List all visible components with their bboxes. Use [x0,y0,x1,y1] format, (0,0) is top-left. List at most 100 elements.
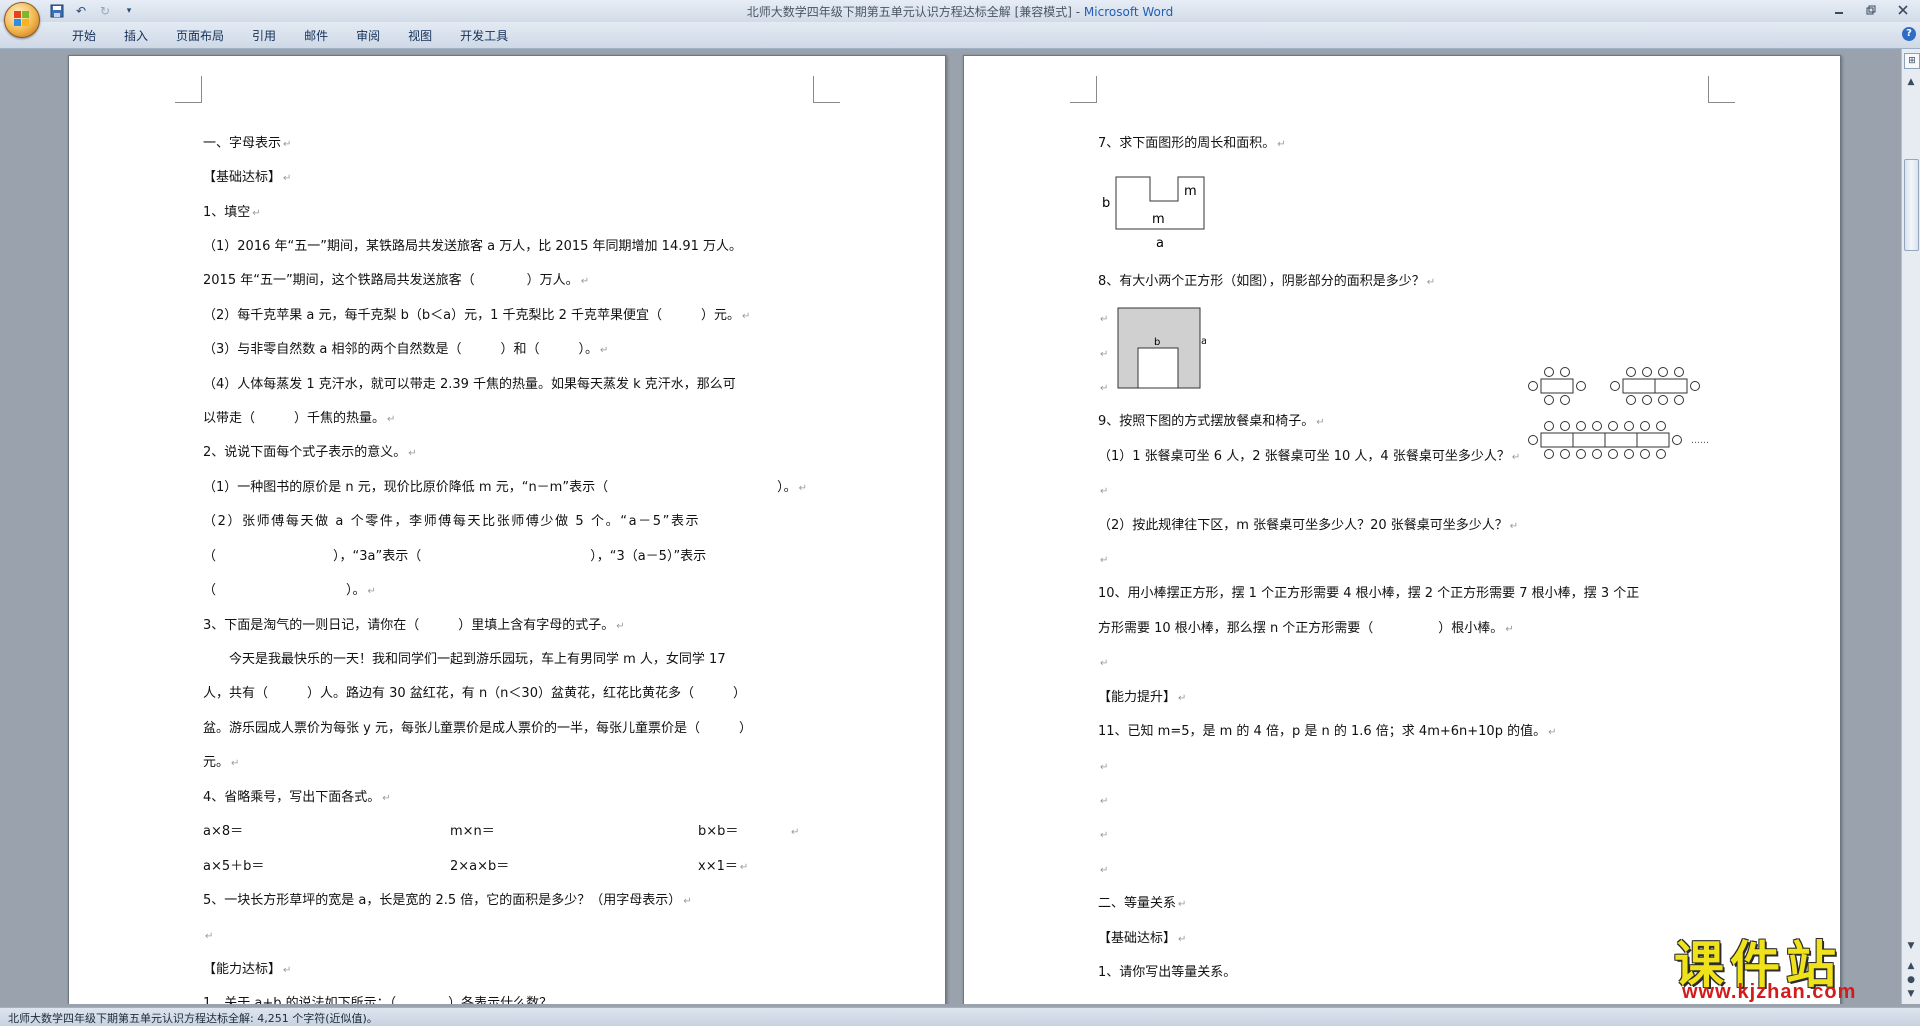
question-heading: 2、说说下面每个式子表示的意义。 ↵ [203,445,417,460]
subsection-heading: 【基础达标】 ↵ [203,170,292,185]
expression: m×n＝ [450,824,495,839]
question-heading: 11、已知 m=5，是 m 的 4 倍，p 是 n 的 1.6 倍；求 4m+6… [1098,724,1557,739]
document-page-right[interactable]: 7、求下面图形的周长和面积。 ↵ b m m a 8、有大小两个正方形（如图），阴… [963,55,1841,1004]
empty-paragraph: ↵ [1100,830,1109,841]
crop-mark [175,76,202,103]
tab-developer[interactable]: 开发工具 [446,27,522,45]
expression: b×b＝ [698,824,739,839]
question-heading: 7、求下面图形的周长和面积。 ↵ [1098,136,1286,151]
figure-label-b: b [1102,196,1110,211]
tab-mailings[interactable]: 邮件 [290,27,342,45]
window-title: 北师大数学四年级下期第五单元认识方程达标全解 [兼容模式] - Microsof… [0,3,1920,20]
expression: a×5＋b＝ [203,859,265,874]
paragraph: （ ），“3a”表示（ ），“3（a－5）”表示 [203,549,707,564]
empty-paragraph: ↵ [1100,865,1109,876]
minimize-icon[interactable] [1828,1,1850,19]
paragraph: （4）人体每蒸发 1 克汗水，就可以带走 2.39 千焦的热量。如果每天蒸发 k… [203,377,736,392]
expression: a×8＝ [203,824,244,839]
window-controls [1828,1,1914,19]
paragraph: （2）每千克苹果 a 元，每千克梨 b（b＜a）元，1 千克梨比 2 千克苹果便… [203,308,751,323]
watermark-logo: 课件站 www.kjzhan.com [1660,925,1900,1005]
scroll-thumb[interactable] [1904,159,1919,251]
empty-paragraph: ↵ [205,931,214,942]
paragraph: 1、关于 a+b 的说法如下所示：（ ）各表示什么数？ [203,996,553,1004]
expression: x×1＝ ↵ [698,859,749,874]
paragraph: 元。 ↵ [203,755,240,770]
figure-label-m-inner: m [1152,212,1165,227]
document-name: 北师大数学四年级下期第五单元认识方程达标全解 [兼容模式] - [746,5,1084,19]
two-table-arrangement [1610,367,1700,405]
tab-page-layout[interactable]: 页面布局 [162,27,238,45]
empty-paragraph: ↵ [1100,555,1109,566]
next-page-icon[interactable]: ▼ [1904,987,1918,1001]
one-table-arrangement [1528,367,1586,405]
status-text: 北师大数学四年级下期第五单元认识方程达标全解: 4,251 个字符(近似值)。 [8,1012,378,1025]
question-heading: 3、下面是淘气的一则日记，请你在（ ）里填上含有字母的式子。 ↵ [203,618,625,633]
expression: 2×a×b＝ [450,859,510,874]
paragraph: 以带走（ ）千焦的热量。 ↵ [203,411,396,426]
figure-tables-chairs: …… [1528,367,1709,459]
crop-mark [1070,76,1097,103]
paragraph: 2015 年“五一”期间，这个铁路局共发送旅客（ ）万人。 ↵ [203,273,590,288]
question-heading: 8、有大小两个正方形（如图），阴影部分的面积是多少？ ↵ [1098,274,1436,289]
title-bar: ↶ ↻ ▾ 北师大数学四年级下期第五单元认识方程达标全解 [兼容模式] - Mi… [0,0,1920,23]
tab-insert[interactable]: 插入 [110,27,162,45]
restore-icon[interactable] [1860,1,1882,19]
subsection-heading: 【能力达标】 ↵ [203,962,292,977]
figure-perimeter-shape: b m m a [1102,176,1205,251]
document-workspace: 一、字母表示 ↵ 【基础达标】 ↵ 1、填空 ↵ （1）2016 年“五一”期间，某铁… [0,49,1902,1004]
status-bar: 北师大数学四年级下期第五单元认识方程达标全解: 4,251 个字符(近似值)。 [0,1007,1920,1026]
paragraph: （1）一种图书的原价是 n 元，现价比原价降低 m 元，“n－m”表示（ ）。 ↵ [203,480,807,495]
paragraph: （1）1 张餐桌可坐 6 人，2 张餐桌可坐 10 人，4 张餐桌可坐多少人？ ↵ [1098,449,1521,464]
crop-mark [1708,76,1735,103]
help-icon[interactable]: ? [1902,27,1916,41]
scroll-down-icon[interactable]: ▼ [1904,939,1918,953]
empty-paragraph: ↵ [1100,486,1109,497]
tab-references[interactable]: 引用 [238,27,290,45]
paragraph: （3）与非零自然数 a 相邻的两个自然数是（ ）和（ ）。 ↵ [203,342,609,357]
document-page-left[interactable]: 一、字母表示 ↵ 【基础达标】 ↵ 1、填空 ↵ （1）2016 年“五一”期间，某铁… [68,55,946,1004]
question-heading: 1、填空 ↵ [203,205,261,220]
office-logo-icon [14,11,30,27]
figure-label-a: a [1201,336,1206,347]
paragraph: （ ）。 ↵ [203,583,376,598]
ribbon: 开始 插入 页面布局 引用 邮件 审阅 视图 开发工具 ? [0,22,1920,49]
previous-page-icon[interactable]: ▲ [1904,959,1918,973]
vertical-scrollbar[interactable]: ⊞ ▲ ▼ ▲ ● ▼ [1901,49,1920,1004]
office-button[interactable] [4,2,40,38]
subsection-heading: 【能力提升】 ↵ [1098,690,1187,705]
question-heading: 4、省略乘号，写出下面各式。 ↵ [203,790,391,805]
figure-label-b: b [1154,337,1160,348]
empty-paragraph: ↵ [1100,796,1109,807]
paragraph: 今天是我最快乐的一天！我和同学们一起到游乐园玩，车上有男同学 m 人，女同学 1… [203,652,726,667]
empty-paragraph: ↵ [1100,658,1109,669]
paragraph: 方形需要 10 根小棒，那么摆 n 个正方形需要（ ）根小棒。 ↵ [1098,621,1514,636]
question-heading: 10、用小棒摆正方形，摆 1 个正方形需要 4 根小棒，摆 2 个正方形需要 7… [1098,586,1640,601]
empty-paragraph: ↵ [1100,383,1109,394]
small-square [1137,347,1179,389]
close-icon[interactable] [1892,1,1914,19]
empty-paragraph: ↵ [1100,762,1109,773]
empty-paragraph: ↵ [1100,314,1109,325]
tab-review[interactable]: 审阅 [342,27,394,45]
figure-ellipsis: …… [1691,436,1709,446]
select-browse-object-icon[interactable]: ● [1904,973,1918,987]
watermark-url: www.kjzhan.com [1682,981,1857,1003]
figure-squares: b a [1117,307,1206,389]
four-table-arrangement [1528,421,1682,459]
scroll-up-icon[interactable]: ▲ [1904,75,1918,89]
view-ruler-icon[interactable]: ⊞ [1904,53,1920,69]
paragraph: （2）张师傅每天做 a 个零件，李师傅每天比张师傅少做 5 个。“a－5”表示 [203,514,701,529]
subsection-heading: 【基础达标】 ↵ [1098,931,1187,946]
paragraph-mark: ↵ [791,827,800,838]
section-heading: 一、字母表示 ↵ [203,136,292,151]
paragraph: （2）按此规律往下区，m 张餐桌可坐多少人？20 张餐桌可坐多少人？ ↵ [1098,518,1519,533]
question-heading: 1、请你写出等量关系。 [1098,965,1237,980]
tab-home[interactable]: 开始 [58,27,110,45]
section-heading: 二、等量关系 ↵ [1098,896,1187,911]
figure-label-a: a [1156,236,1164,251]
paragraph: （1）2016 年“五一”期间，某铁路局共发送旅客 a 万人，比 2015 年同… [203,239,743,254]
crop-mark [813,76,840,103]
tab-view[interactable]: 视图 [394,27,446,45]
question-heading: 9、按照下图的方式摆放餐桌和椅子。 ↵ [1098,414,1325,429]
